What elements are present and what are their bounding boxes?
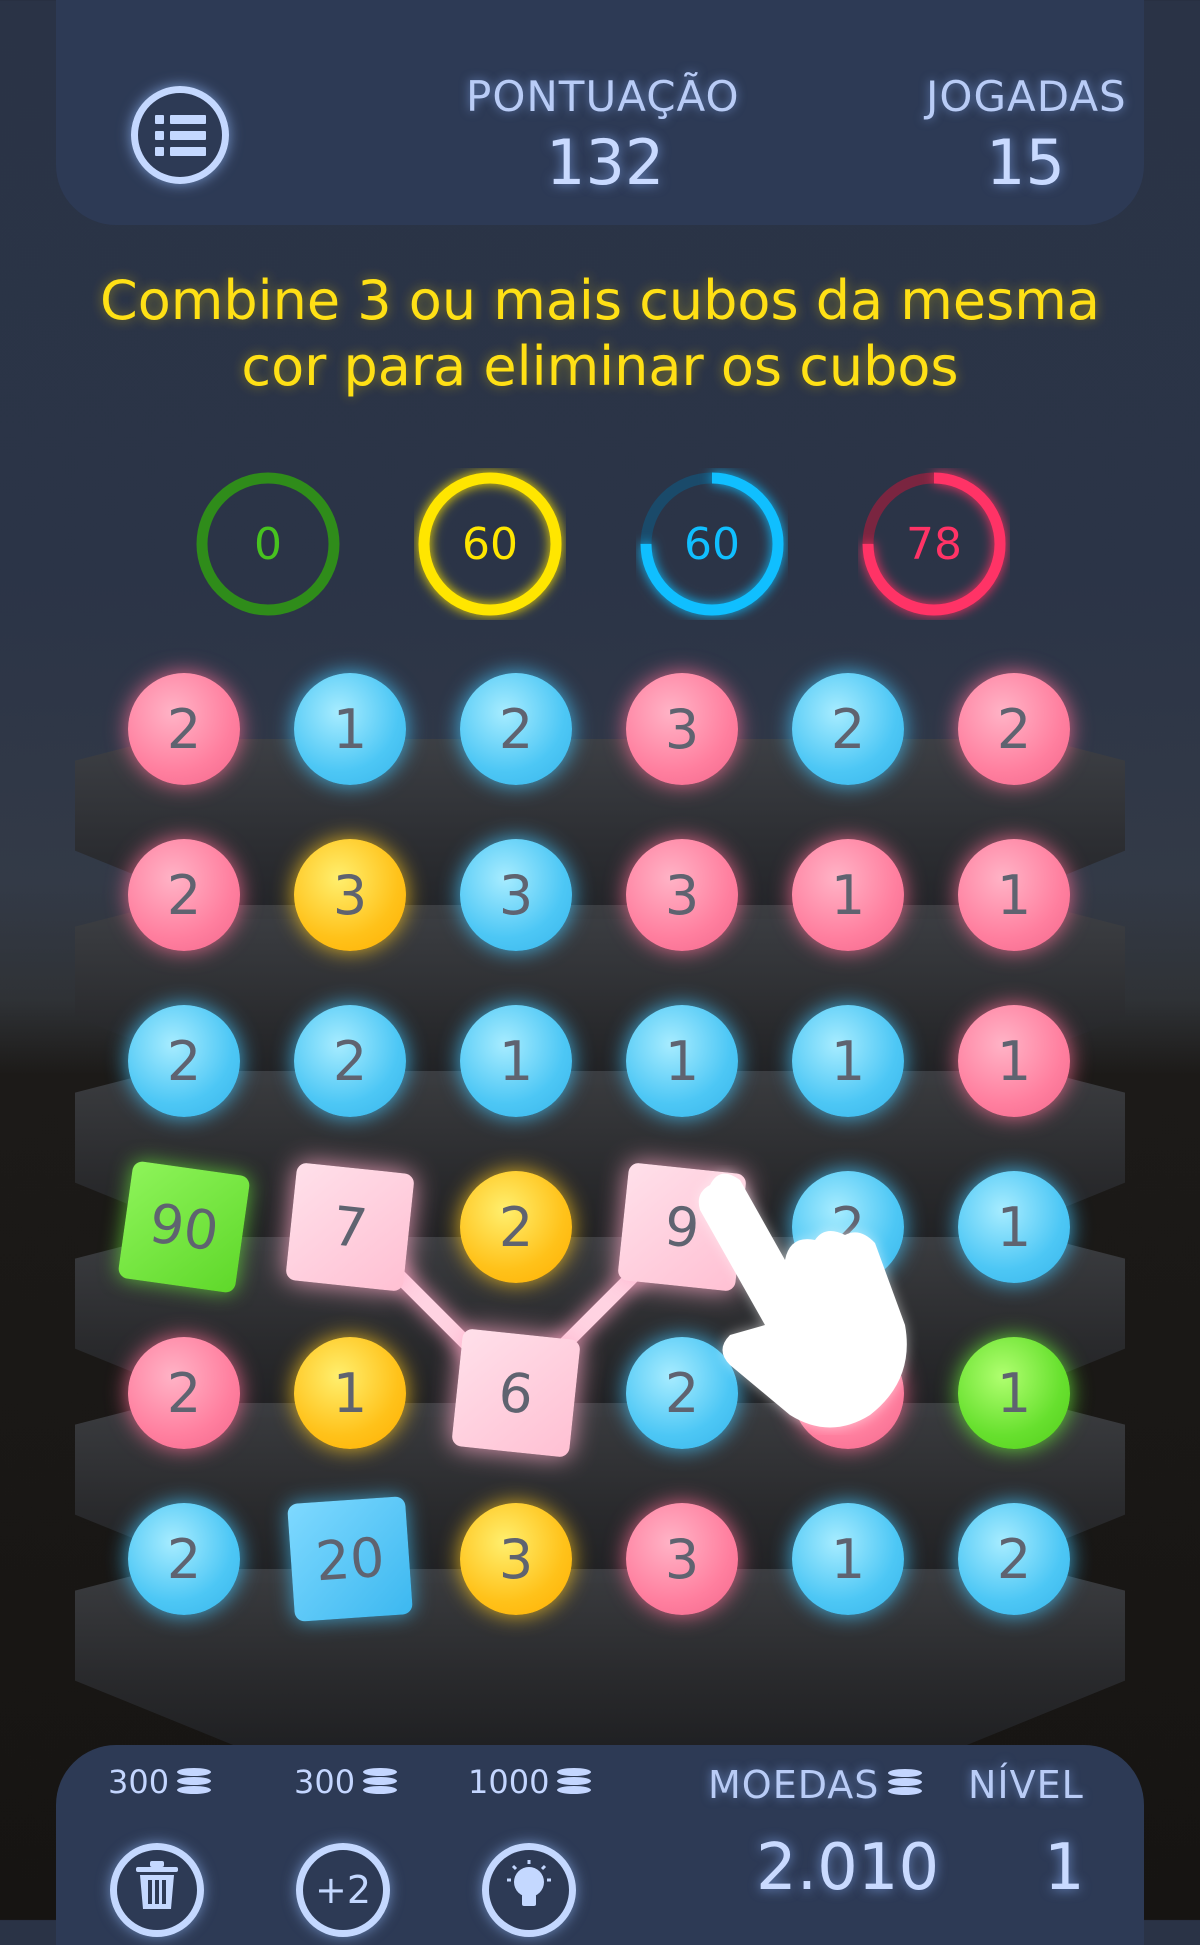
cell-value: 3 — [498, 1527, 534, 1591]
ball-blue[interactable]: 1 — [294, 673, 406, 785]
powerup-price: 1000 — [468, 1763, 593, 1801]
ball-pink[interactable]: 1 — [958, 1005, 1070, 1117]
ball-pink[interactable]: 2 — [128, 673, 240, 785]
ball-blue[interactable]: 1 — [626, 1005, 738, 1117]
cell-value: 1 — [830, 1029, 866, 1093]
cell-value: 1 — [996, 1195, 1032, 1259]
cell-value: 1 — [830, 1527, 866, 1591]
cell-value: 2 — [166, 863, 202, 927]
lightbulb-icon — [504, 1859, 554, 1921]
cell-value: 1 — [830, 863, 866, 927]
ball-pink[interactable]: 3 — [626, 673, 738, 785]
cell-value: 2 — [498, 697, 534, 761]
game-board: 2 1 2 3 2 2 2 3 3 3 1 1 2 2 1 1 1 1 90 7 2 9 2 1 2 1 6 2 1 2 20 3 3 1 2 — [0, 0, 1200, 1920]
cell-value: 2 — [332, 1029, 368, 1093]
cell-value: 3 — [498, 863, 534, 927]
cell-value: 3 — [664, 1527, 700, 1591]
coins-icon — [557, 1768, 593, 1796]
cell-value: 20 — [313, 1525, 387, 1593]
ball-blue[interactable]: 1 — [792, 1005, 904, 1117]
ball-blue[interactable]: 1 — [792, 1503, 904, 1615]
cube-pink[interactable]: 7 — [285, 1162, 415, 1292]
cell-value: 3 — [332, 863, 368, 927]
cube-blue[interactable]: 20 — [287, 1496, 413, 1622]
ball-pink[interactable]: 3 — [626, 839, 738, 951]
powerup-price: 300 — [108, 1763, 213, 1801]
bottom-bar: 300 300 +2 1000 MOEDAS NÍVEL 2.010 1 — [56, 1745, 1144, 1945]
ball-blue[interactable]: 1 — [460, 1005, 572, 1117]
cell-value: 1 — [498, 1029, 534, 1093]
ball-yellow[interactable]: 3 — [294, 839, 406, 951]
price-text: 1000 — [468, 1763, 550, 1801]
ball-yellow[interactable]: 2 — [460, 1171, 572, 1283]
coins-icon — [888, 1769, 924, 1797]
ball-pink[interactable]: 2 — [128, 1337, 240, 1449]
ball-pink[interactable]: 2 — [128, 839, 240, 951]
cell-value: 1 — [664, 1029, 700, 1093]
cell-value: 1 — [332, 1361, 368, 1425]
cell-value: 2 — [498, 1195, 534, 1259]
level-label: NÍVEL — [968, 1763, 1084, 1807]
cell-value: 90 — [145, 1191, 223, 1263]
ball-blue[interactable]: 2 — [460, 673, 572, 785]
coins-icon — [177, 1768, 213, 1796]
cell-value: 1 — [996, 1361, 1032, 1425]
cell-value: 2 — [996, 1527, 1032, 1591]
level-value: 1 — [1044, 1831, 1085, 1905]
cell-value: 1 — [332, 697, 368, 761]
cell-value: 3 — [664, 863, 700, 927]
powerup-button-2[interactable]: +2 — [296, 1843, 390, 1937]
ball-pink[interactable]: 1 — [792, 839, 904, 951]
cube-pink[interactable]: 6 — [451, 1328, 581, 1458]
cell-value: 2 — [996, 697, 1032, 761]
ball-blue[interactable]: 3 — [460, 839, 572, 951]
cell-value: 1 — [996, 1029, 1032, 1093]
cell-value: 2 — [166, 697, 202, 761]
plus-two-icon: +2 — [314, 1868, 372, 1912]
ball-blue[interactable]: 2 — [958, 1503, 1070, 1615]
coins-label: MOEDAS — [708, 1763, 880, 1807]
cell-value: 2 — [166, 1029, 202, 1093]
cell-value: 7 — [329, 1193, 371, 1261]
powerup-button-1[interactable] — [110, 1843, 204, 1937]
price-text: 300 — [108, 1763, 170, 1801]
ball-blue[interactable]: 1 — [958, 1171, 1070, 1283]
ball-blue[interactable]: 2 — [128, 1503, 240, 1615]
ball-blue[interactable]: 2 — [128, 1005, 240, 1117]
powerup-button-3[interactable] — [482, 1843, 576, 1937]
trash-icon — [134, 1860, 180, 1920]
selection-path — [343, 1220, 689, 1403]
ball-green[interactable]: 1 — [958, 1337, 1070, 1449]
coins-icon — [363, 1768, 399, 1796]
ball-yellow[interactable]: 1 — [294, 1337, 406, 1449]
cell-value: 2 — [166, 1361, 202, 1425]
cell-value: 1 — [996, 863, 1032, 927]
ball-pink[interactable]: 1 — [958, 839, 1070, 951]
cell-value: 3 — [664, 697, 700, 761]
cube-green[interactable]: 90 — [117, 1160, 251, 1294]
ball-blue[interactable]: 2 — [792, 673, 904, 785]
pointing-hand-icon — [698, 1173, 907, 1428]
ball-yellow[interactable]: 3 — [460, 1503, 572, 1615]
powerup-price: 300 — [294, 1763, 399, 1801]
ball-pink[interactable]: 3 — [626, 1503, 738, 1615]
cell-value: 2 — [166, 1527, 202, 1591]
price-text: 300 — [294, 1763, 356, 1801]
cell-value: 2 — [830, 697, 866, 761]
ball-pink[interactable]: 2 — [958, 673, 1070, 785]
coins-value: 2.010 — [756, 1831, 940, 1905]
cell-value: 6 — [495, 1359, 537, 1427]
ball-blue[interactable]: 2 — [294, 1005, 406, 1117]
